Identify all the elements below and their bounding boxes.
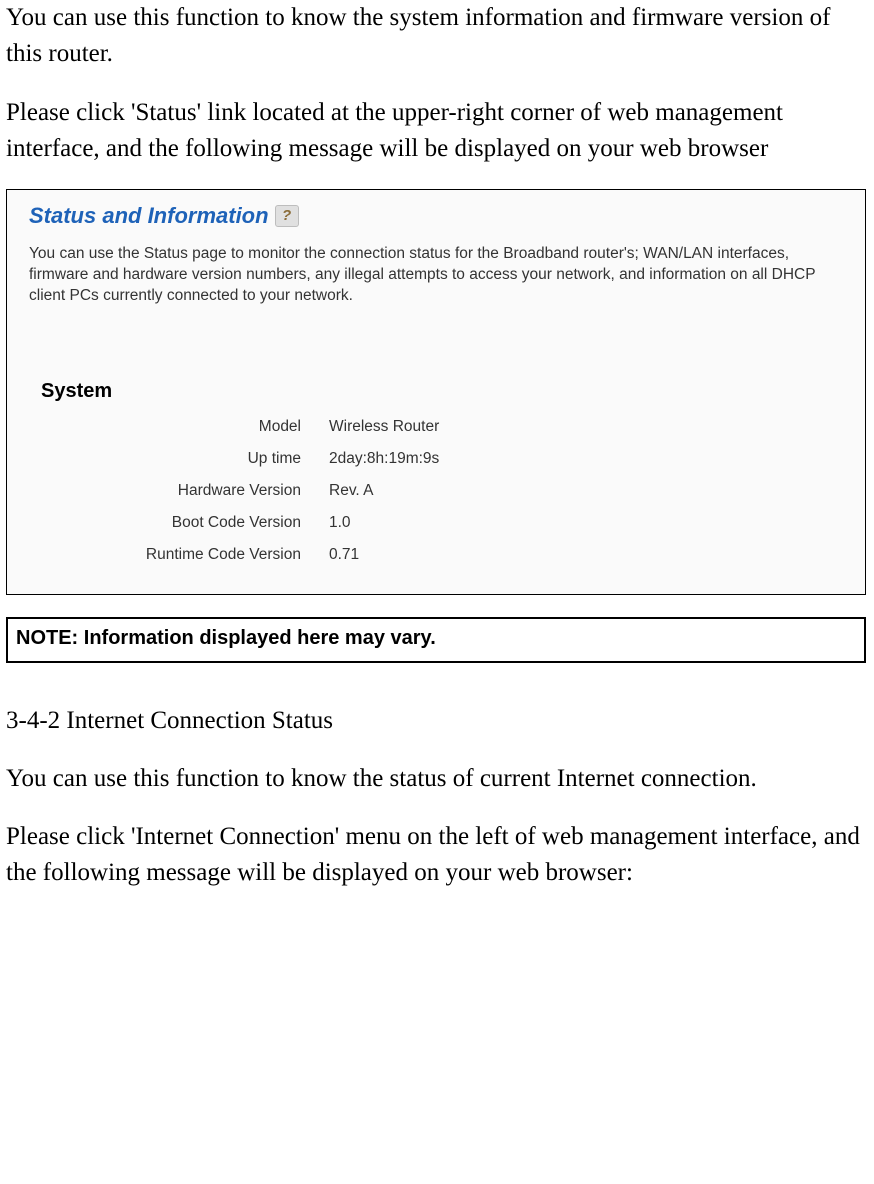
table-row: Hardware Version Rev. A [29,480,847,512]
note-box: NOTE: Information displayed here may var… [6,617,866,663]
system-table: Model Wireless Router Up time 2day:8h:19… [29,416,847,576]
table-row: Boot Code Version 1.0 [29,512,847,544]
table-row: Model Wireless Router [29,416,847,448]
row-label: Runtime Code Version [29,544,329,566]
row-value: 0.71 [329,544,359,566]
row-value: Wireless Router [329,416,439,438]
table-row: Runtime Code Version 0.71 [29,544,847,576]
intro-paragraph-1: You can use this function to know the sy… [6,0,868,73]
row-label: Model [29,416,329,438]
status-screenshot: Status and Information ? You can use the… [6,189,866,595]
panel-title-text: Status and Information [29,200,269,232]
row-value: 1.0 [329,512,351,534]
table-row: Up time 2day:8h:19m:9s [29,448,847,480]
row-label: Hardware Version [29,480,329,502]
panel-description: You can use the Status page to monitor t… [29,244,847,307]
panel-title: Status and Information ? [29,200,847,232]
section-paragraph-1: You can use this function to know the st… [6,761,868,797]
section-heading: 3-4-2 Internet Connection Status [6,703,868,739]
row-value: Rev. A [329,480,374,502]
row-value: 2day:8h:19m:9s [329,448,439,470]
row-label: Boot Code Version [29,512,329,534]
help-icon[interactable]: ? [275,205,299,227]
system-heading: System [41,377,847,406]
row-label: Up time [29,448,329,470]
section-paragraph-2: Please click 'Internet Connection' menu … [6,819,868,892]
intro-paragraph-2: Please click 'Status' link located at th… [6,95,868,168]
